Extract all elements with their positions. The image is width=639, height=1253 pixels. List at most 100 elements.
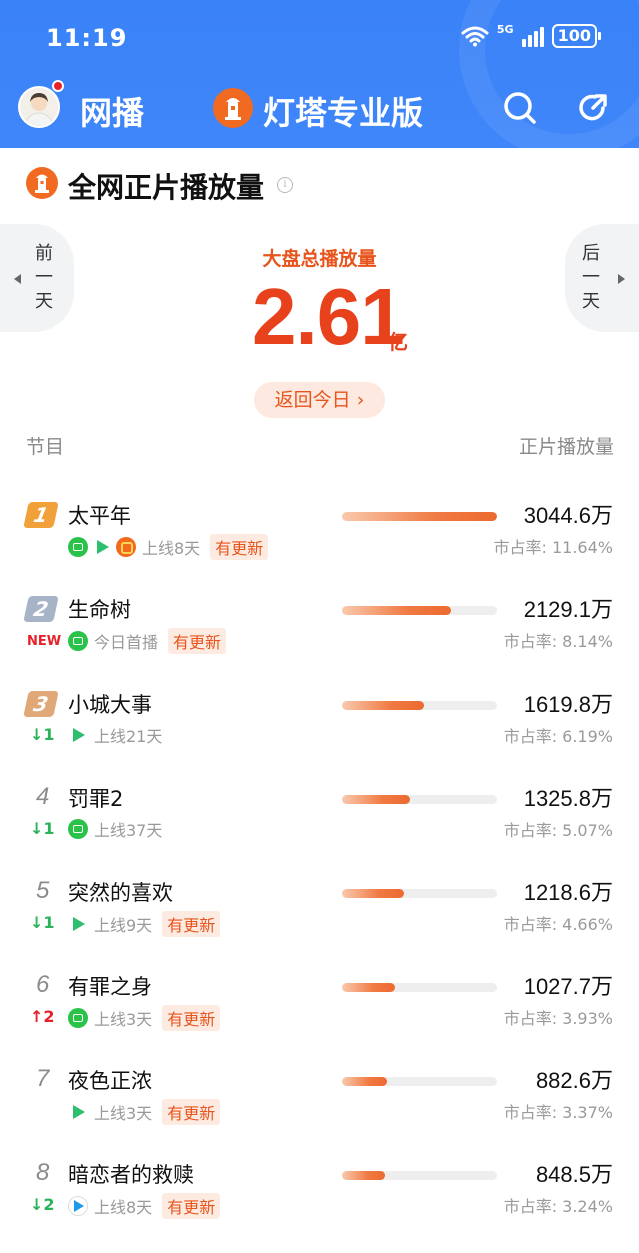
table-row[interactable]: 4 罚罪2 ↓1 上线37天 1325.8万 市占率: 5.07% xyxy=(0,783,639,877)
iqiyi-icon xyxy=(68,537,88,557)
share-bar xyxy=(342,983,497,992)
share-bar xyxy=(342,795,497,804)
share-bar xyxy=(342,512,497,521)
market-share: 市占率: 3.93% xyxy=(503,1009,613,1028)
arrow-left-icon xyxy=(14,274,21,284)
rank-number: 5 xyxy=(36,877,50,904)
market-share: 市占率: 8.14% xyxy=(503,632,613,651)
arrow-right-icon xyxy=(618,274,625,284)
share-bar xyxy=(342,889,497,898)
market-share: 市占率: 6.19% xyxy=(503,727,613,746)
battery-icon: 100 xyxy=(551,24,602,48)
share-bar-fill xyxy=(342,1077,387,1086)
platform-list: 上线21天 xyxy=(68,723,162,747)
share-bar-fill xyxy=(342,606,451,615)
airing-status: 上线8天 xyxy=(94,1198,153,1217)
market-share: 市占率: 11.64% xyxy=(493,538,614,557)
play-count: 3044.6万 xyxy=(523,503,613,528)
total-plays-unit: 亿 xyxy=(388,330,408,354)
tencent-icon xyxy=(92,537,112,557)
play-count: 848.5万 xyxy=(535,1162,613,1187)
market-share: 市占率: 3.37% xyxy=(503,1103,613,1122)
next-day-button[interactable]: 后一天 xyxy=(565,224,639,332)
table-row[interactable]: 2 生命树 NEW 今日首播 有更新 2129.1万 市占率: 8.14% xyxy=(0,594,639,688)
back-today-button[interactable]: 返回今日 › xyxy=(254,382,385,418)
play-count: 1619.8万 xyxy=(523,692,613,717)
rank-badge: 2 xyxy=(23,596,59,622)
rank-change: ↓2 xyxy=(30,1195,55,1214)
share-bar-fill xyxy=(342,512,497,521)
column-header-program: 节目 xyxy=(26,436,65,458)
iqiyi-icon xyxy=(68,1008,88,1028)
tencent-icon xyxy=(68,914,88,934)
airing-status: 上线3天 xyxy=(94,1010,153,1029)
tencent-icon xyxy=(68,1102,88,1122)
mango-icon xyxy=(116,537,136,557)
share-bar xyxy=(342,1171,497,1180)
nav-title-pro[interactable]: 灯塔专业版 xyxy=(263,88,423,134)
update-badge: 有更新 xyxy=(162,911,221,937)
rank-change: ↑2 xyxy=(30,1007,55,1026)
user-avatar-icon xyxy=(20,88,58,126)
share-button[interactable] xyxy=(573,88,613,128)
rank-number: 4 xyxy=(36,783,50,810)
share-bar-fill xyxy=(342,983,395,992)
rank-number: 8 xyxy=(36,1159,50,1186)
status-time: 11:19 xyxy=(46,24,128,52)
prev-day-button[interactable]: 前一天 xyxy=(0,224,74,332)
program-title: 小城大事 xyxy=(68,693,152,717)
share-bar xyxy=(342,606,497,615)
table-row[interactable]: 8 暗恋者的救赎 ↓2 上线8天 有更新 848.5万 市占率: 3.24% xyxy=(0,1159,639,1253)
update-badge: 有更新 xyxy=(210,534,269,560)
play-count: 2129.1万 xyxy=(523,597,613,622)
network-type: 5G xyxy=(496,22,514,36)
avatar[interactable] xyxy=(18,86,60,128)
info-icon[interactable]: i xyxy=(277,177,293,193)
program-title: 生命树 xyxy=(68,598,131,622)
update-badge: 有更新 xyxy=(168,628,227,654)
rank-change: ↓1 xyxy=(30,725,55,744)
section-title: 全网正片播放量 xyxy=(68,171,265,204)
column-header-plays: 正片播放量 xyxy=(518,436,614,458)
platform-list: 上线9天 有更新 xyxy=(68,911,221,937)
program-title: 有罪之身 xyxy=(68,975,152,999)
nav-title-wangbo[interactable]: 网播 xyxy=(80,88,144,134)
app-header: 11:19 5G 100 网播 灯塔专业版 xyxy=(0,0,639,148)
program-title: 夜色正浓 xyxy=(68,1069,152,1093)
table-row[interactable]: 3 小城大事 ↓1 上线21天 1619.8万 市占率: 6.19% xyxy=(0,689,639,783)
airing-status: 上线37天 xyxy=(94,821,163,840)
platform-list: 上线3天 有更新 xyxy=(68,1005,221,1031)
table-row[interactable]: 1 太平年 上线8天 有更新 3044.6万 市占率: 11.64% xyxy=(0,500,639,594)
search-icon xyxy=(504,92,536,124)
iqiyi-icon xyxy=(68,819,88,839)
update-badge: 有更新 xyxy=(162,1005,221,1031)
play-count: 1325.8万 xyxy=(523,786,613,811)
share-bar-fill xyxy=(342,795,411,804)
table-row[interactable]: 6 有罪之身 ↑2 上线3天 有更新 1027.7万 市占率: 3.93% xyxy=(0,971,639,1065)
status-icons: 5G 100 xyxy=(461,22,602,48)
rank-badge: 3 xyxy=(23,691,59,717)
total-plays-label: 大盘总播放量 xyxy=(262,248,377,270)
share-bar-fill xyxy=(342,1171,386,1180)
platform-list: 上线8天 有更新 xyxy=(68,534,269,560)
platform-list: 上线3天 有更新 xyxy=(68,1099,221,1125)
rank-change: ↓1 xyxy=(30,913,55,932)
update-badge: 有更新 xyxy=(162,1099,221,1125)
platform-list: 今日首播 有更新 xyxy=(68,628,227,654)
program-title: 突然的喜欢 xyxy=(68,881,173,905)
share-bar xyxy=(342,701,497,710)
airing-status: 上线3天 xyxy=(94,1104,153,1123)
program-title: 太平年 xyxy=(68,504,131,528)
section-logo-icon xyxy=(26,167,58,199)
market-share: 市占率: 3.24% xyxy=(503,1197,613,1216)
table-row[interactable]: 5 突然的喜欢 ↓1 上线9天 有更新 1218.6万 市占率: 4.66% xyxy=(0,877,639,971)
rank-change: ↓1 xyxy=(30,819,55,838)
share-icon xyxy=(579,94,607,121)
update-badge: 有更新 xyxy=(162,1193,221,1219)
table-row[interactable]: 7 夜色正浓 上线3天 有更新 882.6万 市占率: 3.37% xyxy=(0,1065,639,1159)
share-bar-fill xyxy=(342,889,404,898)
play-count: 1218.6万 xyxy=(523,880,613,905)
search-button[interactable] xyxy=(500,88,540,128)
play-count: 1027.7万 xyxy=(523,974,613,999)
play-count: 882.6万 xyxy=(535,1068,613,1093)
